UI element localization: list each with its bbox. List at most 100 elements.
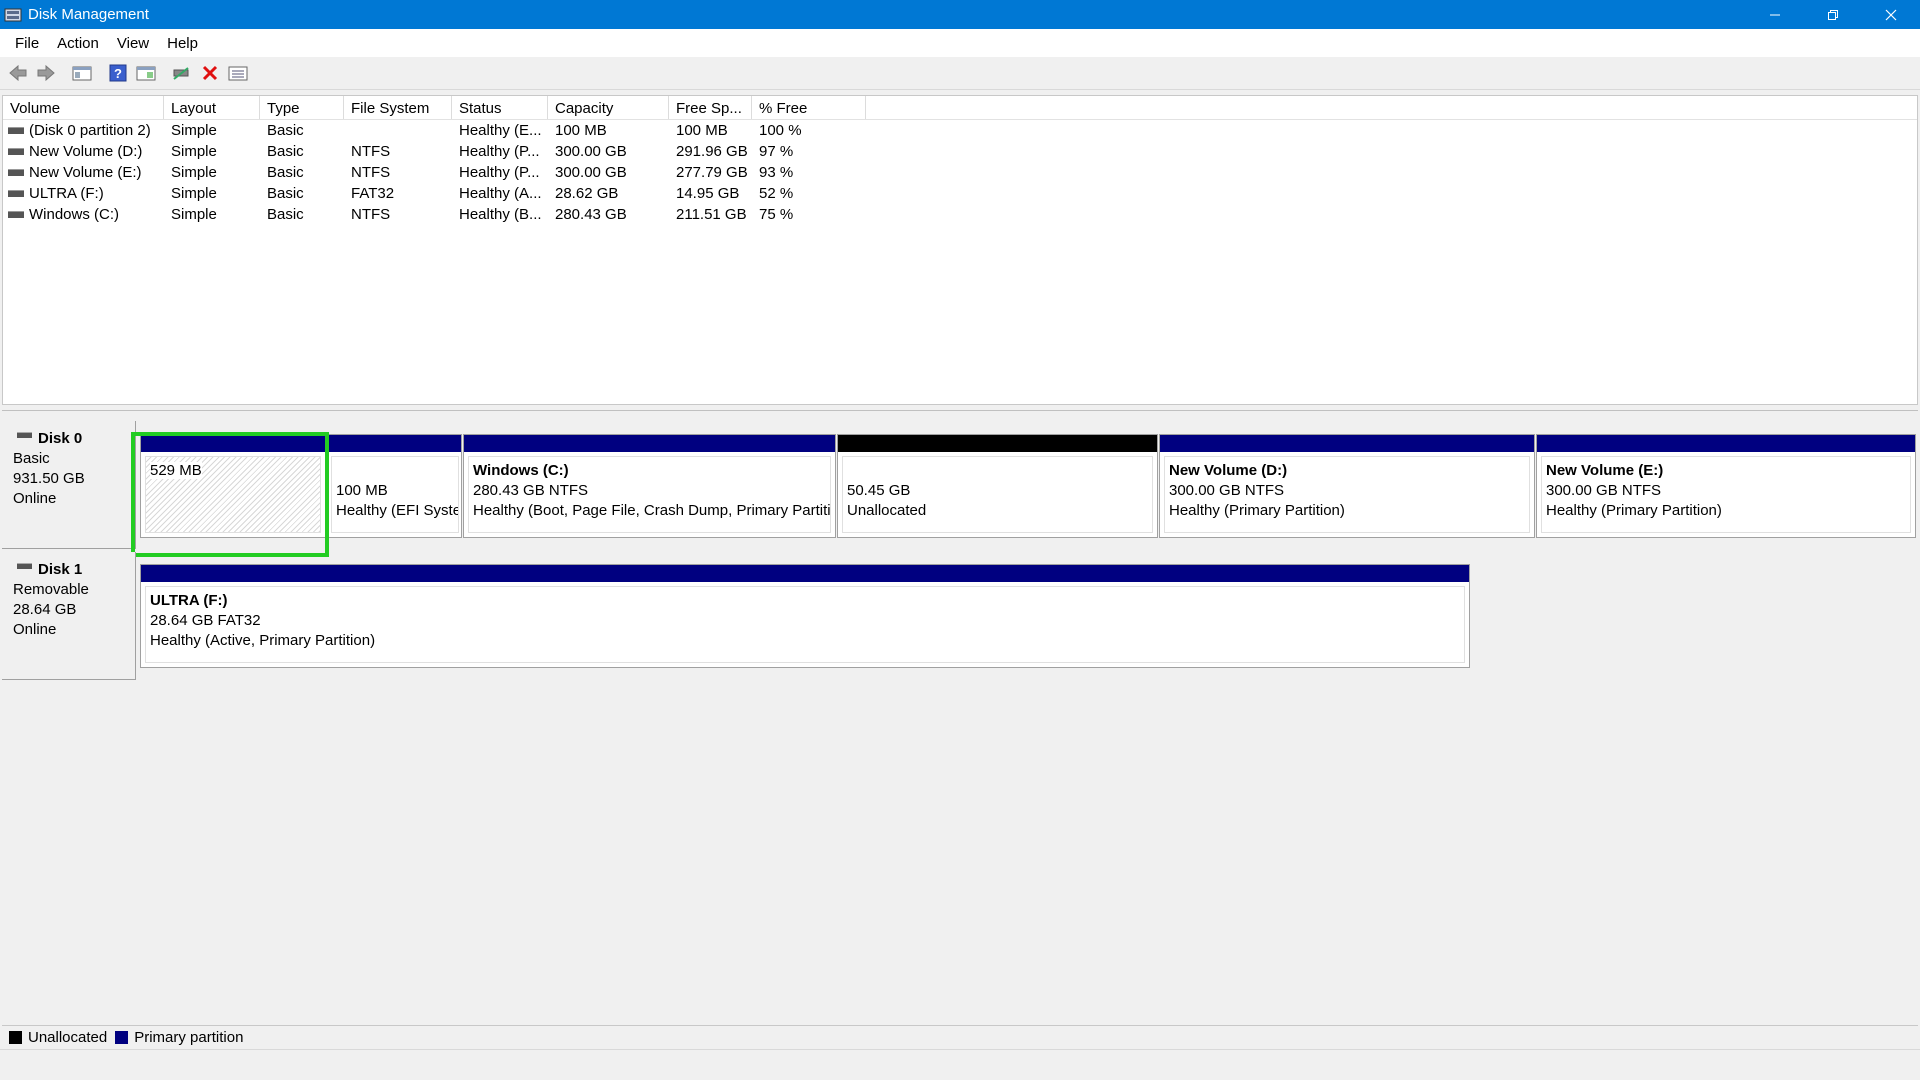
volume-layout: Simple (171, 185, 217, 202)
partition-size: 280.43 GB NTFS (473, 482, 589, 499)
partition-ultra-f[interactable]: ULTRA (F:) 28.64 GB FAT32 Healthy (Activ… (140, 564, 1470, 668)
column-header-capacity[interactable]: Capacity (548, 96, 669, 119)
volume-status: Healthy (B... (459, 206, 542, 223)
forward-arrow-icon[interactable] (32, 60, 60, 86)
drive-icon (8, 127, 24, 134)
menu-file[interactable]: File (6, 35, 48, 52)
column-header-free-space[interactable]: Free Sp... (669, 96, 752, 119)
volume-type: Basic (267, 206, 304, 223)
volume-type: Basic (267, 185, 304, 202)
volume-layout: Simple (171, 164, 217, 181)
menu-action[interactable]: Action (48, 35, 108, 52)
partition-windows-c[interactable]: Windows (C:) 280.43 GB NTFS Healthy (Boo… (463, 434, 836, 538)
drive-icon (8, 148, 24, 155)
drive-icon (8, 190, 24, 197)
menu-view[interactable]: View (108, 35, 158, 52)
volume-free-space: 291.96 GB (676, 143, 748, 160)
console-tree-icon[interactable] (68, 60, 96, 86)
volume-status: Healthy (A... (459, 185, 542, 202)
settings-list-icon[interactable] (224, 60, 252, 86)
unallocated-swatch (9, 1031, 22, 1044)
toolbar: ? (0, 57, 1920, 90)
table-row[interactable]: Windows (C:) Simple Basic NTFS Healthy (… (3, 204, 1917, 225)
volume-free-space: 14.95 GB (676, 185, 740, 202)
restore-button[interactable] (1804, 0, 1862, 29)
disk-size: 931.50 GB (13, 470, 85, 487)
disk-size: 28.64 GB (13, 601, 77, 618)
minimize-button[interactable] (1746, 0, 1804, 29)
volume-name: ULTRA (F:) (29, 185, 104, 202)
back-arrow-icon[interactable] (4, 60, 32, 86)
partition-title: ULTRA (F:) (150, 592, 228, 609)
primary-partition-swatch (115, 1031, 129, 1044)
selection-highlight (131, 432, 329, 557)
volume-name: New Volume (D:) (29, 143, 143, 160)
close-button[interactable] (1862, 0, 1920, 29)
volume-file-system: NTFS (351, 206, 391, 223)
table-row[interactable]: ULTRA (F:) Simple Basic FAT32 Healthy (A… (3, 183, 1917, 204)
volume-capacity: 280.43 GB (555, 206, 627, 223)
disk-status: Online (13, 490, 57, 507)
legend: Unallocated Primary partition (2, 1025, 1918, 1049)
legend-primary-partition: Primary partition (134, 1029, 244, 1046)
table-row[interactable]: New Volume (E:) Simple Basic NTFS Health… (3, 162, 1917, 183)
menu-help[interactable]: Help (158, 35, 207, 52)
column-header-percent-free[interactable]: % Free (752, 96, 866, 119)
window-title: Disk Management (28, 6, 149, 23)
disk-1-label[interactable]: Disk 1 Removable 28.64 GB Online (2, 552, 136, 680)
disk-type: Basic (13, 450, 50, 467)
menu-bar: File Action View Help (0, 29, 1920, 57)
partition-title: Windows (C:) (473, 462, 569, 479)
help-icon[interactable]: ? (104, 60, 132, 86)
volume-percent-free: 52 % (759, 185, 794, 202)
column-header-file-system[interactable]: File System (344, 96, 452, 119)
volume-status: Healthy (E... (459, 122, 542, 139)
partition-size: 100 MB (336, 482, 388, 499)
volume-percent-free: 97 % (759, 143, 794, 160)
legend-unallocated: Unallocated (28, 1029, 108, 1046)
partition-status: Unallocated (847, 502, 927, 519)
partition-size: 28.64 GB FAT32 (150, 612, 261, 629)
partition-title: New Volume (D:) (1169, 462, 1288, 479)
volume-status: Healthy (P... (459, 143, 540, 160)
column-header-status[interactable]: Status (452, 96, 548, 119)
partition-status: Healthy (Active, Primary Partition) (150, 632, 376, 649)
volume-file-system: FAT32 (351, 185, 395, 202)
partition-status: Healthy (Primary Partition) (1546, 502, 1722, 519)
status-bar (0, 1049, 1920, 1080)
disk-management-app-icon (4, 7, 22, 23)
partition-status: Healthy (Boot, Page File, Crash Dump, Pr… (473, 502, 831, 519)
properties-icon[interactable] (132, 60, 160, 86)
volume-layout: Simple (171, 143, 217, 160)
disk-status: Online (13, 621, 57, 638)
table-row[interactable]: (Disk 0 partition 2) Simple Basic Health… (3, 120, 1917, 141)
volume-capacity: 300.00 GB (555, 164, 627, 181)
partition-size: 300.00 GB NTFS (1546, 482, 1662, 499)
disk-icon (17, 432, 32, 438)
partition-size: 300.00 GB NTFS (1169, 482, 1285, 499)
volume-name: (Disk 0 partition 2) (29, 122, 151, 139)
column-header-volume[interactable]: Volume (3, 96, 164, 119)
volume-percent-free: 100 % (759, 122, 802, 139)
connect-icon[interactable] (168, 60, 196, 86)
partition-title: New Volume (E:) (1546, 462, 1664, 479)
partition-status: Healthy (Primary Partition) (1169, 502, 1345, 519)
table-row[interactable]: New Volume (D:) Simple Basic NTFS Health… (3, 141, 1917, 162)
delete-icon[interactable] (196, 60, 224, 86)
disk-graphical-view: Disk 0 Basic 931.50 GB Online 529 MB 100… (2, 410, 1918, 1048)
volume-list-header: Volume Layout Type File System Status Ca… (3, 96, 1917, 120)
column-header-layout[interactable]: Layout (164, 96, 260, 119)
partition-new-volume-d[interactable]: New Volume (D:) 300.00 GB NTFS Healthy (… (1159, 434, 1535, 538)
partition-new-volume-e[interactable]: New Volume (E:) 300.00 GB NTFS Healthy (… (1536, 434, 1916, 538)
disk-0-label[interactable]: Disk 0 Basic 931.50 GB Online (2, 421, 136, 549)
volume-type: Basic (267, 143, 304, 160)
disk-1-row: Disk 1 Removable 28.64 GB Online ULTRA (… (2, 552, 1918, 682)
column-header-type[interactable]: Type (260, 96, 344, 119)
partition-unallocated[interactable]: 50.45 GB Unallocated (837, 434, 1158, 538)
volume-layout: Simple (171, 206, 217, 223)
partition-disk0-efi[interactable]: 100 MB Healthy (EFI Syste (327, 434, 462, 538)
disk-name: Disk 0 (38, 430, 83, 447)
drive-icon (8, 211, 24, 218)
partition-status: Healthy (EFI Syste (336, 502, 459, 519)
volume-name: Windows (C:) (29, 206, 120, 223)
